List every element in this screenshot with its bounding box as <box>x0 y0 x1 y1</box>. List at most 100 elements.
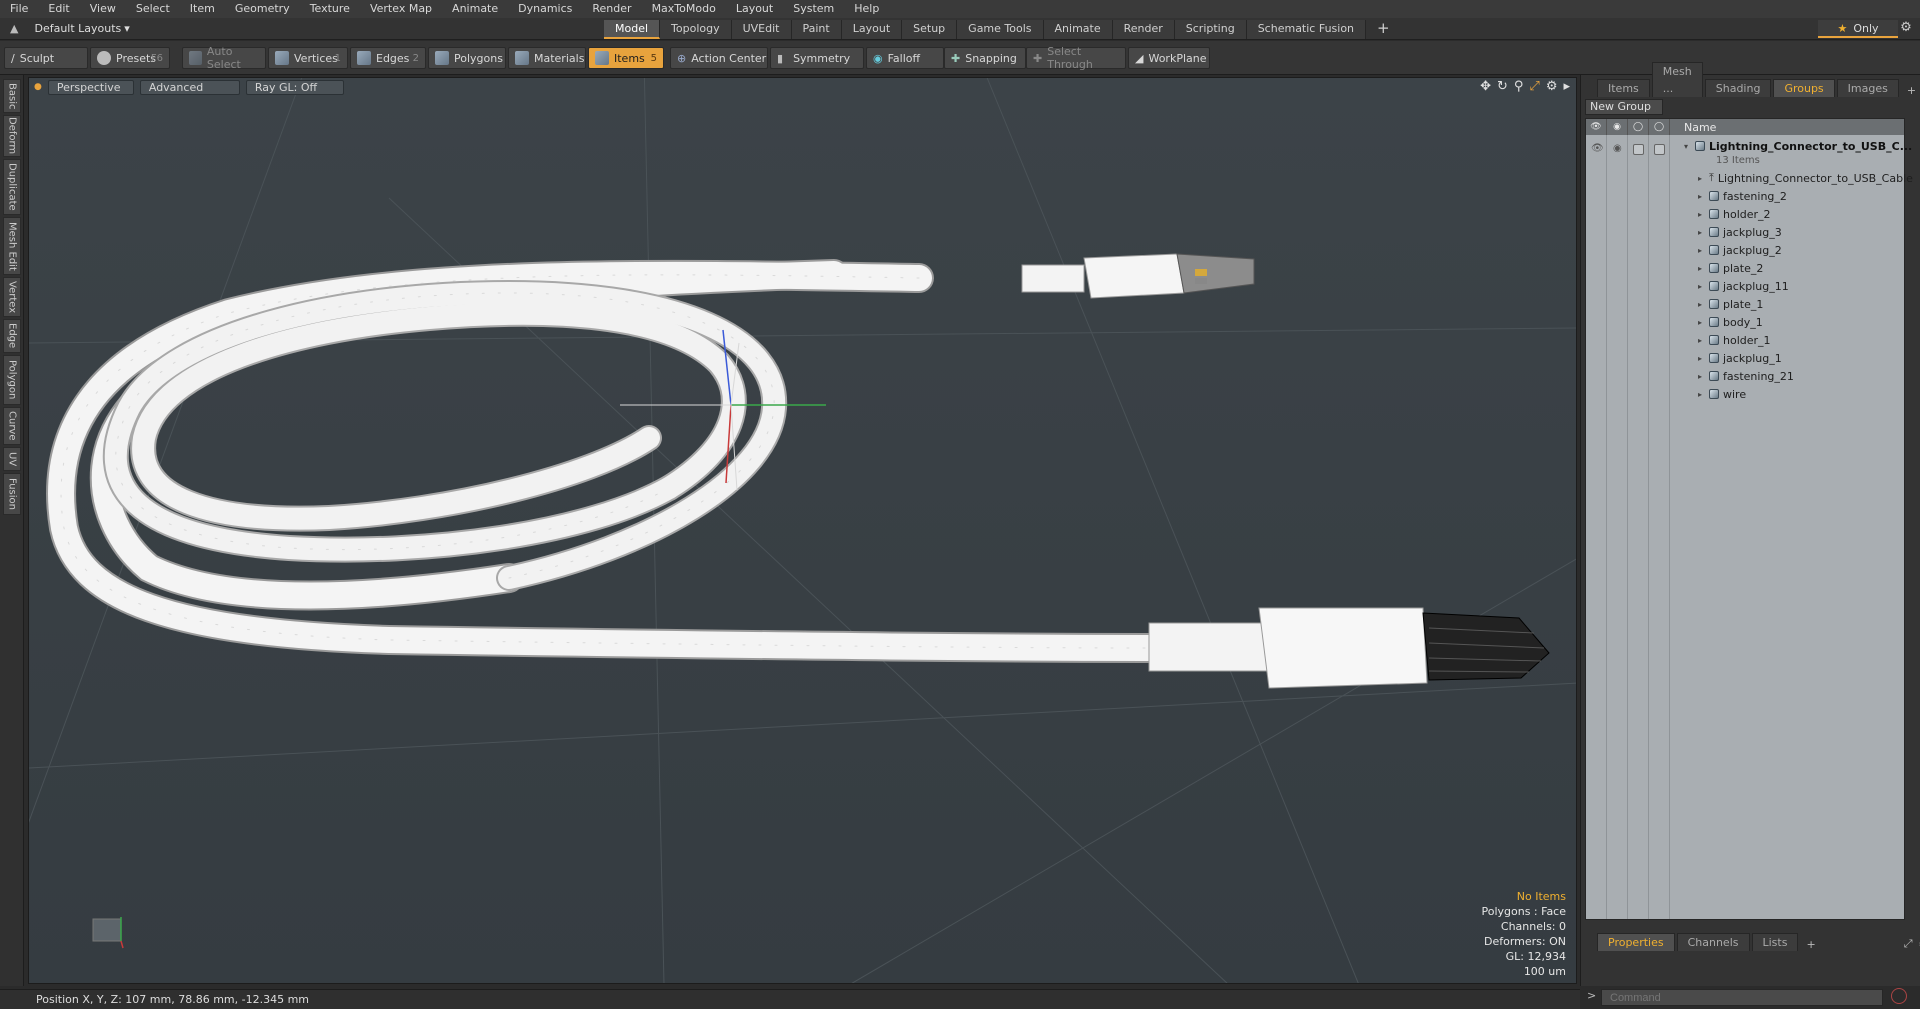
expand-icon[interactable]: ▸ <box>1698 192 1706 201</box>
command-input[interactable] <box>1601 989 1883 1006</box>
properties-expand-icon[interactable]: ⤢ <box>1904 937 1913 951</box>
menu-file[interactable]: File <box>0 0 38 18</box>
expand-icon[interactable]: ▸ <box>1698 282 1706 291</box>
tab-schematic-fusion[interactable]: Schematic Fusion <box>1246 20 1367 39</box>
add-properties-tab-icon[interactable]: + <box>1806 938 1815 951</box>
tab-lists[interactable]: Lists <box>1751 933 1799 951</box>
menu-geometry[interactable]: Geometry <box>225 0 300 18</box>
tab-animate[interactable]: Animate <box>1043 20 1113 39</box>
menu-edit[interactable]: Edit <box>38 0 79 18</box>
add-panel-tab-icon[interactable]: + <box>1907 84 1916 97</box>
polygons-button[interactable]: Polygons <box>428 47 506 69</box>
menu-layout[interactable]: Layout <box>726 0 783 18</box>
expand-icon[interactable]: ▸ <box>1698 300 1706 309</box>
group-item-row[interactable]: ▸ holder_2 <box>1698 205 1771 223</box>
tab-mesh[interactable]: Mesh ... <box>1651 62 1703 97</box>
group-item-row[interactable]: ▸ holder_1 <box>1698 331 1771 349</box>
expand-icon[interactable]: ▸ <box>1698 228 1706 237</box>
menu-maxtomodo[interactable]: MaxToModo <box>642 0 726 18</box>
vtab-mesh-edit[interactable]: Mesh Edit <box>3 217 21 275</box>
materials-button[interactable]: Materials <box>508 47 586 69</box>
presets-button[interactable]: Presets F6 <box>90 47 170 69</box>
tab-topology[interactable]: Topology <box>660 20 732 39</box>
group-item-row[interactable]: ▸ jackplug_3 <box>1698 223 1782 241</box>
snapping-button[interactable]: ✚ Snapping <box>944 47 1026 69</box>
vtab-curve[interactable]: Curve <box>3 407 21 445</box>
raygl-toggle[interactable]: Ray GL: Off <box>245 79 344 95</box>
menu-select[interactable]: Select <box>126 0 180 18</box>
vtab-fusion[interactable]: Fusion <box>3 473 21 515</box>
viewport-expand-icon[interactable]: ▸ <box>1563 79 1570 94</box>
menu-item[interactable]: Item <box>180 0 225 18</box>
menu-render[interactable]: Render <box>582 0 641 18</box>
new-group-button[interactable]: New Group <box>1585 99 1663 115</box>
vtab-deform[interactable]: Deform <box>3 115 21 157</box>
items-button[interactable]: Items 5 <box>588 47 664 69</box>
menu-system[interactable]: System <box>783 0 844 18</box>
group-item-row[interactable]: ▸ jackplug_2 <box>1698 241 1782 259</box>
menu-dynamics[interactable]: Dynamics <box>508 0 582 18</box>
vtab-vertex[interactable]: Vertex <box>3 277 21 317</box>
tab-channels[interactable]: Channels <box>1676 933 1750 951</box>
root-select-checkbox[interactable] <box>1654 144 1665 155</box>
expand-icon[interactable]: ▸ <box>1698 210 1706 219</box>
menu-view[interactable]: View <box>80 0 126 18</box>
vtab-polygon[interactable]: Polygon <box>3 355 21 405</box>
tab-scripting[interactable]: Scripting <box>1174 20 1247 39</box>
group-item-row[interactable]: ▸ plate_2 <box>1698 259 1763 277</box>
tab-items[interactable]: Items <box>1597 79 1650 97</box>
tab-render[interactable]: Render <box>1112 20 1175 39</box>
maximize-view-icon[interactable]: ⤢ <box>1529 79 1539 94</box>
expand-icon[interactable]: ▸ <box>1698 354 1706 363</box>
group-item-row[interactable]: ▸ body_1 <box>1698 313 1763 331</box>
expand-icon[interactable]: ▸ <box>1698 174 1706 183</box>
collapse-icon[interactable]: ▾ <box>1684 142 1692 151</box>
root-lock-checkbox[interactable] <box>1633 144 1644 155</box>
auto-select-button[interactable]: Auto Select <box>182 45 266 71</box>
only-toggle[interactable]: ★ Only <box>1818 20 1898 38</box>
visibility-column-icon[interactable]: 👁 <box>1586 119 1607 135</box>
edges-button[interactable]: Edges 2 <box>350 47 426 69</box>
menu-animate[interactable]: Animate <box>442 0 508 18</box>
menu-vertex-map[interactable]: Vertex Map <box>360 0 442 18</box>
group-item-row[interactable]: ▸ ⤒ Lightning_Connector_to_USB_Cable <box>1698 169 1913 187</box>
group-item-row[interactable]: ▸ fastening_2 <box>1698 187 1787 205</box>
command-history-icon[interactable] <box>1891 988 1907 1004</box>
root-visibility-icon[interactable]: 👁 <box>1591 143 1604 154</box>
root-render-icon[interactable]: ◉ <box>1613 143 1622 154</box>
viewport-settings-icon[interactable]: ⚙ <box>1546 79 1558 94</box>
3d-viewport[interactable]: ● Perspective Advanced Ray GL: Off ✥ ↻ ⚲… <box>28 77 1577 984</box>
vertices-button[interactable]: Vertices 1 <box>268 47 348 69</box>
viewport-menu-dot-icon[interactable]: ● <box>34 82 42 92</box>
rotate-view-icon[interactable]: ↻ <box>1497 79 1508 94</box>
view-mode-dropdown[interactable]: Perspective <box>47 79 134 95</box>
collapse-arrow-icon[interactable]: ▲ <box>10 22 18 35</box>
expand-icon[interactable]: ▸ <box>1698 264 1706 273</box>
move-view-icon[interactable]: ✥ <box>1480 79 1491 94</box>
tab-shading[interactable]: Shading <box>1704 79 1772 97</box>
select-column-icon[interactable]: ◯ <box>1649 119 1670 135</box>
select-through-button[interactable]: ✚ Select Through <box>1026 45 1126 71</box>
tab-groups[interactable]: Groups <box>1773 79 1835 97</box>
expand-icon[interactable]: ▸ <box>1698 372 1706 381</box>
vtab-duplicate[interactable]: Duplicate <box>3 159 21 215</box>
vtab-edge[interactable]: Edge <box>3 319 21 353</box>
tab-layout[interactable]: Layout <box>841 20 903 39</box>
layout-selector[interactable]: ▲ Default Layouts ▾ <box>0 22 220 35</box>
tab-uvedit[interactable]: UVEdit <box>731 20 792 39</box>
action-center-button[interactable]: ⊕ Action Center <box>670 47 768 69</box>
vtab-uv[interactable]: UV <box>3 447 21 471</box>
gear-icon[interactable]: ⚙ <box>1896 20 1916 38</box>
menu-texture[interactable]: Texture <box>300 0 360 18</box>
symmetry-button[interactable]: ▮ Symmetry <box>770 47 864 69</box>
zoom-view-icon[interactable]: ⚲ <box>1514 79 1524 94</box>
tab-setup[interactable]: Setup <box>902 20 958 39</box>
tab-model[interactable]: Model <box>604 20 661 39</box>
expand-icon[interactable]: ▸ <box>1698 390 1706 399</box>
tab-properties[interactable]: Properties <box>1597 933 1675 951</box>
group-item-row[interactable]: ▸ jackplug_11 <box>1698 277 1789 295</box>
falloff-button[interactable]: ◉ Falloff <box>866 47 944 69</box>
expand-icon[interactable]: ▸ <box>1698 318 1706 327</box>
shading-mode-dropdown[interactable]: Advanced <box>139 79 240 95</box>
tab-images[interactable]: Images <box>1836 79 1899 97</box>
